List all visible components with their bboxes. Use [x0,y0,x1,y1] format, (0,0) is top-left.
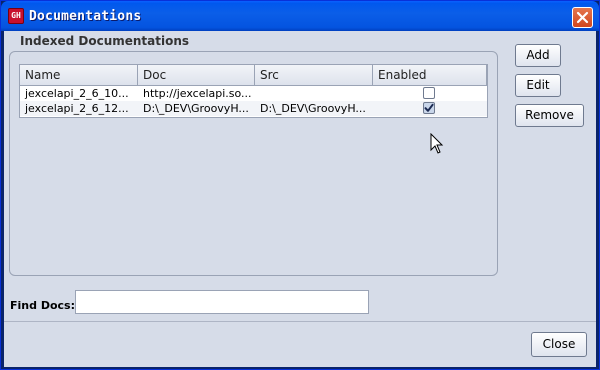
find-docs-label: Find Docs: [10,299,75,312]
title-bar[interactable]: GH Documentations [1,1,599,31]
add-button[interactable]: Add [515,44,561,67]
checkmark-icon [424,103,434,112]
cell-src[interactable]: D:\_DEV\GroovyH... [255,101,373,116]
cell-doc[interactable]: http://jexcelapi.so... [138,86,255,101]
cell-doc[interactable]: D:\_DEV\GroovyH... [138,101,255,116]
table-row[interactable]: jexcelapi_2_6_12... D:\_DEV\GroovyH... D… [20,101,487,116]
window-title: Documentations [29,9,142,24]
col-header-name[interactable]: Name [20,65,138,86]
mouse-pointer-icon [430,133,444,154]
close-icon [576,11,589,24]
cell-name[interactable]: jexcelapi_2_6_10... [20,86,138,101]
table-row[interactable]: jexcelapi_2_6_10... http://jexcelapi.so.… [20,86,487,101]
cell-src[interactable] [255,86,373,101]
indexed-docs-group: Name Doc Src Enabled jexcelapi_2_6_10...… [9,51,498,276]
docs-table[interactable]: Name Doc Src Enabled jexcelapi_2_6_10...… [19,64,488,118]
edit-button[interactable]: Edit [515,74,561,97]
footer-separator [4,321,596,322]
app-icon: GH [8,8,24,24]
documentations-window: GH Documentations Indexed Documentations… [0,0,600,370]
dialog-body: Indexed Documentations Name Doc Src Enab… [4,31,596,367]
enabled-checkbox[interactable] [423,87,435,99]
col-header-doc[interactable]: Doc [138,65,255,86]
group-title: Indexed Documentations [20,34,190,48]
enabled-checkbox[interactable] [423,102,435,114]
window-close-button[interactable] [572,7,593,28]
find-docs-input[interactable] [75,290,369,314]
cell-name[interactable]: jexcelapi_2_6_12... [20,101,138,116]
remove-button[interactable]: Remove [515,104,584,127]
cell-enabled [373,101,487,116]
close-button[interactable]: Close [531,332,587,357]
col-header-enabled[interactable]: Enabled [373,65,487,86]
col-header-src[interactable]: Src [255,65,373,86]
table-header: Name Doc Src Enabled [20,65,487,86]
cell-enabled [373,86,487,101]
